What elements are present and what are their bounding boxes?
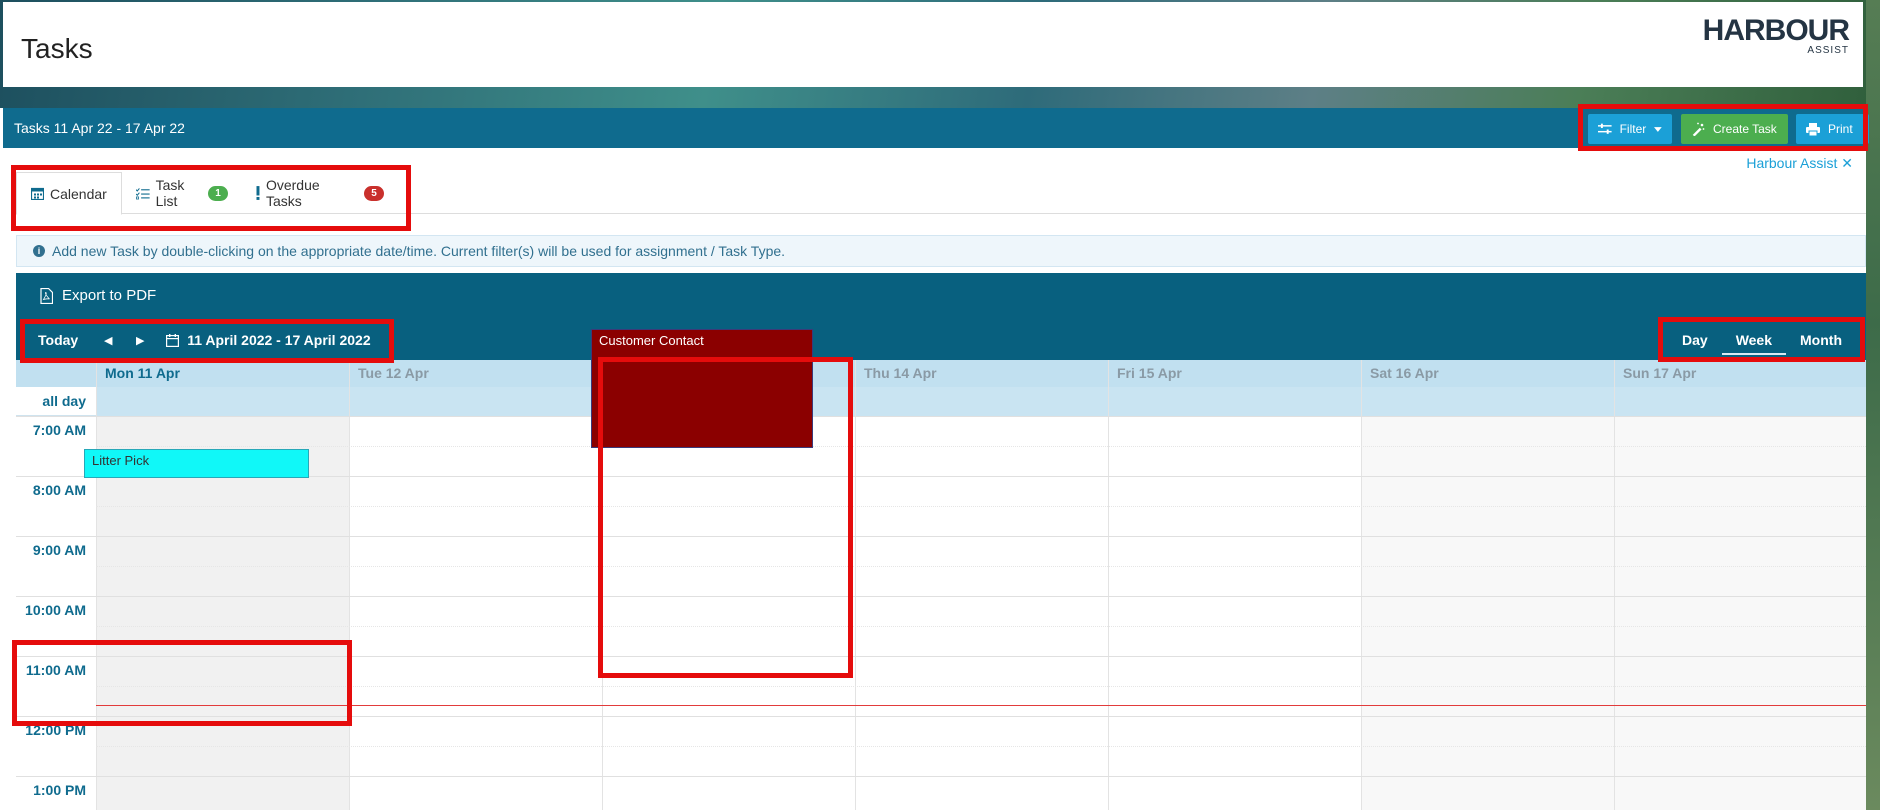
main-content: Harbour Assist ✕ Calendar Task List 1 Ov… [3,148,1866,810]
day-header-sat[interactable]: Sat 16 Apr [1362,360,1615,387]
export-pdf-label: Export to PDF [62,287,157,304]
view-tabs: Calendar Task List 1 Overdue Tasks 5 [16,172,1866,215]
day-header-sun[interactable]: Sun 17 Apr [1615,360,1866,387]
info-text: Add new Task by double-clicking on the a… [52,243,786,259]
harbour-assist-link-label: Harbour Assist [1746,155,1838,171]
day-column-sun: Sun 17 Apr [1614,360,1866,810]
filter-button[interactable]: Filter [1588,114,1672,144]
date-range-title: Tasks 11 Apr 22 - 17 Apr 22 [14,120,185,136]
view-switcher: Day Week Month [1668,325,1856,355]
logo-text: HARBOUR [1702,14,1850,47]
time-label: 8:00 AM [32,482,86,498]
day-column-sat: Sat 16 Apr [1361,360,1615,810]
harbour-assist-link[interactable]: Harbour Assist ✕ [1746,155,1853,172]
time-label: 12:00 PM [25,722,86,738]
calendar-icon [31,187,44,200]
printer-icon [1806,122,1820,136]
overdue-count-badge: 5 [364,185,384,201]
half-hour-line [96,566,1866,567]
next-arrow-icon[interactable]: ▶ [124,334,156,347]
magic-wand-icon [1692,122,1705,136]
previous-arrow-icon[interactable]: ◀ [92,334,124,347]
hour-line [16,716,1866,717]
time-label: 1:00 PM [33,782,86,798]
caret-down-icon [1654,126,1662,132]
harbour-assist-logo: HARBOUR ASSIST [1702,14,1850,56]
filter-label: Filter [1619,122,1647,136]
current-time-indicator [96,705,1866,706]
hour-line [16,656,1866,657]
tab-task-list-label: Task List [155,177,185,209]
time-label: 10:00 AM [25,602,86,618]
calendar-small-icon [166,333,180,347]
info-message: i Add new Task by double-clicking on the… [16,235,1866,267]
print-button[interactable]: Print [1796,114,1869,144]
half-hour-line [96,686,1866,687]
event-litter-pick[interactable]: Litter Pick [84,449,309,478]
info-icon: i [33,245,45,257]
tab-calendar-label: Calendar [50,185,107,202]
half-hour-line [96,626,1866,627]
logo-subtext: ASSIST [1807,45,1849,56]
tab-overdue-label: Overdue Tasks [265,177,320,209]
view-month-button[interactable]: Month [1786,325,1856,355]
hour-line [16,416,1866,417]
hour-line [16,536,1866,537]
time-label: 7:00 AM [32,422,86,438]
view-day-button[interactable]: Day [1668,325,1722,355]
tab-overdue-tasks[interactable]: Overdue Tasks 5 [242,172,398,214]
day-column-fri: Fri 15 Apr [1108,360,1361,810]
print-label: Print [1828,122,1853,136]
calendar-grid: all day Mon 11 Apr Tue 12 Apr Wed 13 Apr… [16,360,1866,810]
hour-line [16,776,1866,777]
checklist-icon [136,187,150,199]
day-header-fri[interactable]: Fri 15 Apr [1109,360,1362,387]
day-header-tue[interactable]: Tue 12 Apr [350,360,603,387]
pdf-file-icon [40,287,53,304]
view-week-button[interactable]: Week [1721,325,1787,355]
tab-calendar[interactable]: Calendar [16,172,122,215]
half-hour-line [96,446,1866,447]
event-customer-contact[interactable]: Customer Contact [591,329,813,448]
day-header-thu[interactable]: Thu 14 Apr [856,360,1109,387]
all-day-label: all day [16,387,96,416]
today-button[interactable]: Today [24,332,92,348]
half-hour-line [96,746,1866,747]
export-pdf-button[interactable]: Export to PDF [40,287,156,304]
day-header-mon[interactable]: Mon 11 Apr [97,360,350,387]
half-hour-line [96,506,1866,507]
hour-line [16,596,1866,597]
page-titlebar: Tasks 11 Apr 22 - 17 Apr 22 Filter Creat… [3,108,1869,148]
time-label: 11:00 AM [25,662,86,678]
sliders-icon [1598,123,1612,134]
page-header: Tasks HARBOUR ASSIST [3,2,1863,87]
day-column-thu: Thu 14 Apr [855,360,1108,810]
date-range-label: 11 April 2022 - 17 April 2022 [187,332,371,348]
create-task-label: Create Task [1713,122,1777,136]
date-range-picker[interactable]: 11 April 2022 - 17 April 2022 [156,332,380,348]
task-count-badge: 1 [208,185,228,201]
calendar-toolbar: Export to PDF Today ◀ ▶ 11 April 2022 - … [16,273,1866,360]
create-task-button[interactable]: Create Task [1681,114,1788,144]
page-title: Tasks [21,33,93,64]
exclamation-icon [256,186,260,200]
close-icon[interactable]: ✕ [1841,155,1853,171]
tab-task-list[interactable]: Task List 1 [122,172,242,214]
day-column-tue: Tue 12 Apr [349,360,602,810]
time-label: 9:00 AM [32,542,86,558]
date-navigation: Today ◀ ▶ 11 April 2022 - 17 April 2022 [24,325,381,355]
day-column-mon: Mon 11 Apr [96,360,350,810]
